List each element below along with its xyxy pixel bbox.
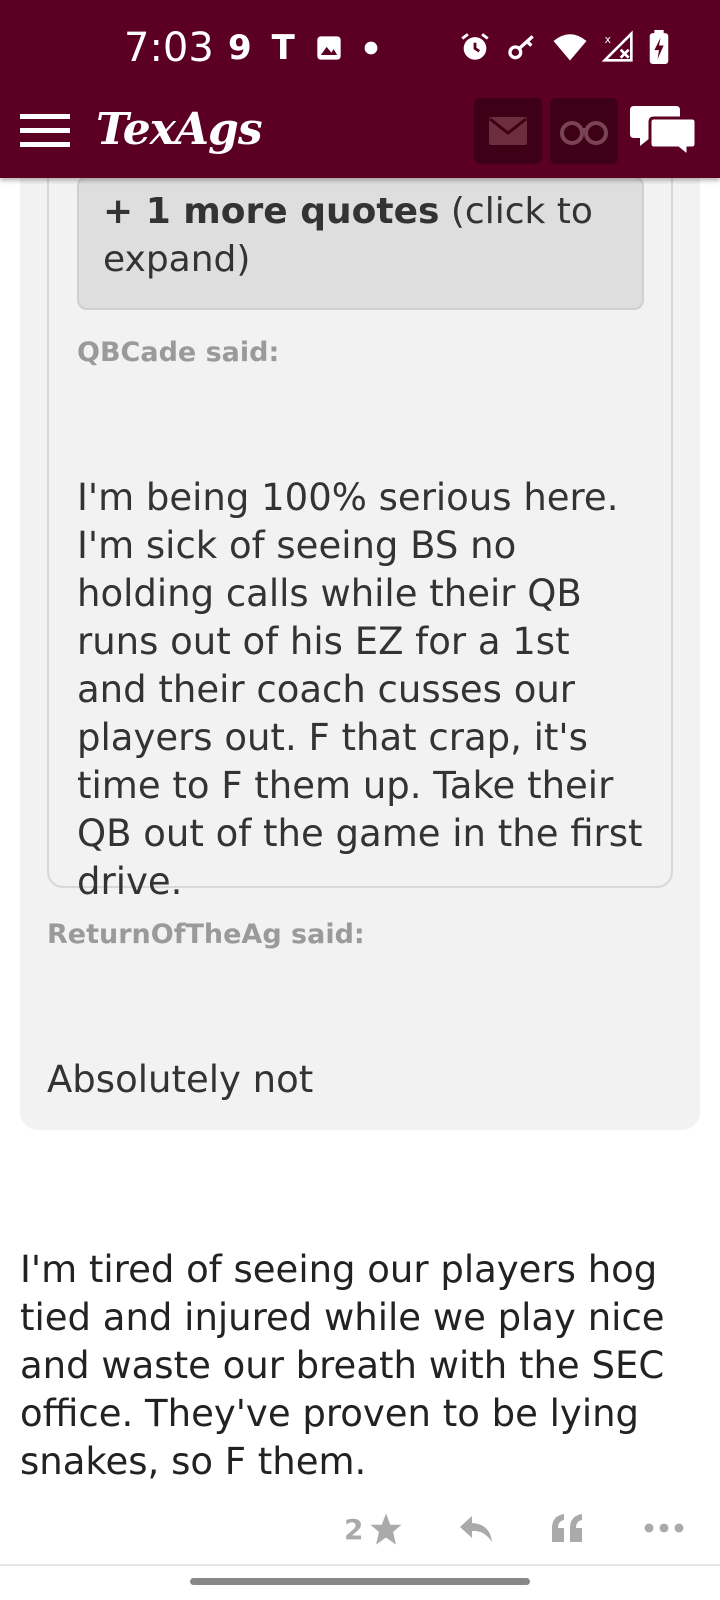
post-actions: 2 (0, 1508, 720, 1558)
quote-author-outer[interactable]: ReturnOfTheAg said: (47, 918, 365, 952)
like-button[interactable]: 2 (344, 1512, 403, 1546)
status-left-icons: 9 T (228, 28, 379, 68)
home-indicator[interactable] (190, 1578, 530, 1585)
notification-9-icon: 9 (228, 28, 252, 68)
wifi-icon (553, 34, 587, 61)
image-icon (317, 36, 341, 60)
more-quotes-count: + 1 more quotes (103, 191, 440, 232)
chat-icon[interactable] (630, 104, 698, 160)
texags-logo[interactable]: TexAgs (96, 100, 263, 160)
battery-icon (649, 30, 669, 64)
signal-icon: x (602, 30, 633, 62)
messages-button[interactable] (474, 98, 542, 164)
like-count: 2 (344, 1512, 364, 1546)
divider (0, 1564, 720, 1566)
quote-button[interactable] (550, 1512, 584, 1544)
mail-icon (489, 117, 527, 145)
dot-icon (364, 41, 378, 55)
quote-author-inner[interactable]: QBCade said: (77, 336, 279, 370)
status-right-icons: x (458, 30, 670, 64)
key-icon (508, 35, 534, 60)
svg-text:x: x (605, 33, 611, 46)
more-options-button[interactable] (644, 1522, 684, 1534)
reply-icon (460, 1516, 492, 1542)
binoculars-icon (560, 121, 608, 145)
status-time: 7:03 (124, 25, 214, 71)
quote-text-inner: I'm being 100% serious here. I'm sick of… (77, 476, 643, 903)
notification-t-icon: T (271, 28, 295, 68)
expand-quotes-button[interactable]: + 1 more quotes (click to expand) (77, 176, 644, 310)
post-body: I'm tired of seeing our players hog tied… (20, 1248, 665, 1483)
quote-text-outer: Absolutely not (47, 1058, 314, 1101)
star-icon (370, 1513, 403, 1545)
status-bar: 7:03 9 T x (0, 0, 720, 96)
watch-button[interactable] (550, 98, 618, 164)
reply-button[interactable] (458, 1514, 494, 1544)
more-dots-icon (644, 1523, 684, 1533)
alarm-icon (461, 33, 489, 60)
quote-icon (552, 1514, 582, 1542)
menu-icon[interactable] (20, 112, 72, 152)
